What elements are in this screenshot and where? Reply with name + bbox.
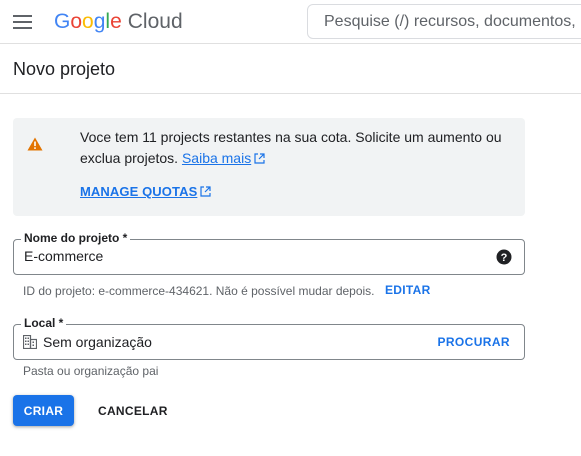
project-name-input[interactable] bbox=[24, 248, 484, 264]
location-label: Local * bbox=[21, 316, 67, 330]
learn-more-link[interactable]: Saiba mais bbox=[182, 150, 265, 166]
quota-message-text: Voce tem 11 projects restantes na sua co… bbox=[80, 129, 502, 166]
top-app-bar: Google Cloud bbox=[0, 0, 581, 44]
location-value: Sem organização bbox=[43, 334, 152, 350]
project-name-label: Nome do projeto * bbox=[21, 231, 131, 245]
manage-quotas-label: MANAGE QUOTAS bbox=[80, 184, 198, 199]
create-button[interactable]: CRIAR bbox=[13, 395, 74, 426]
edit-project-id-button[interactable]: EDITAR bbox=[385, 283, 431, 297]
external-link-icon bbox=[254, 153, 265, 164]
search-input[interactable] bbox=[324, 12, 581, 31]
project-id-hint: ID do projeto: e-commerce-434621. Não é … bbox=[23, 284, 375, 298]
cancel-button[interactable]: CANCELAR bbox=[90, 395, 176, 426]
hamburger-menu-button[interactable] bbox=[7, 6, 39, 38]
location-hint: Pasta ou organização pai bbox=[23, 364, 159, 378]
google-cloud-logo[interactable]: Google Cloud bbox=[54, 8, 183, 36]
project-name-field[interactable]: Nome do projeto * ? bbox=[13, 231, 525, 275]
search-box[interactable] bbox=[307, 4, 581, 39]
logo-cloud-text: Cloud bbox=[127, 10, 183, 33]
manage-quotas-link[interactable]: MANAGE QUOTAS bbox=[80, 184, 211, 199]
building-icon bbox=[23, 335, 37, 349]
learn-more-label: Saiba mais bbox=[181, 150, 252, 166]
logo-google-text: Google bbox=[54, 10, 122, 33]
browse-button[interactable]: PROCURAR bbox=[437, 335, 510, 349]
warning-icon bbox=[27, 137, 43, 151]
svg-text:?: ? bbox=[501, 252, 508, 264]
quota-message: Voce tem 11 projects restantes na sua co… bbox=[80, 127, 510, 169]
hamburger-menu-icon bbox=[13, 15, 32, 29]
external-link-icon bbox=[200, 186, 211, 197]
location-field[interactable]: Local * Sem organização PROCURAR bbox=[13, 316, 525, 360]
page-title: Novo projeto bbox=[13, 59, 116, 79]
help-icon[interactable]: ? bbox=[496, 249, 512, 265]
